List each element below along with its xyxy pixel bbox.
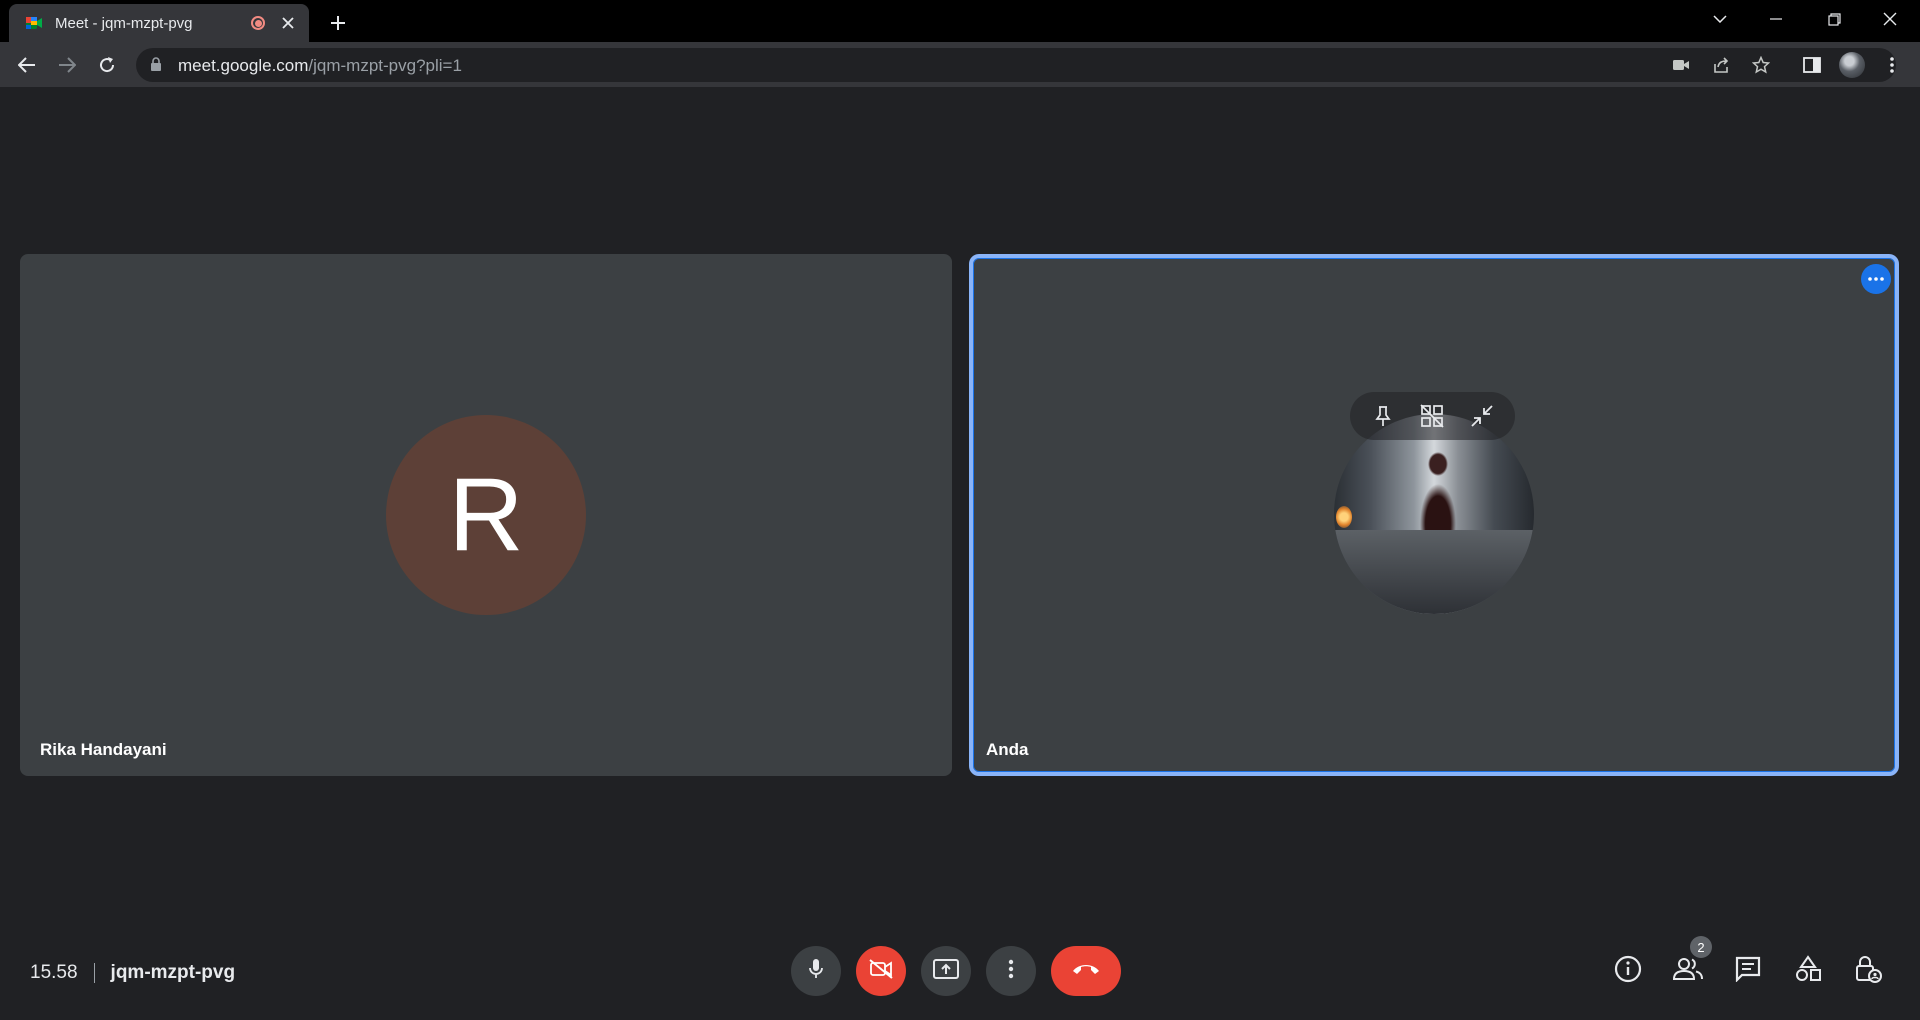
tab-close-icon[interactable]: [279, 14, 297, 32]
tile-more-options-button[interactable]: [1861, 264, 1891, 294]
restore-window-icon[interactable]: [1806, 0, 1862, 38]
end-call-button[interactable]: [1051, 946, 1121, 996]
people-button[interactable]: [1670, 953, 1706, 989]
host-controls-icon: [1854, 955, 1882, 988]
mic-icon: [808, 958, 824, 985]
meeting-code[interactable]: jqm-mzpt-pvg: [111, 962, 236, 984]
chat-button[interactable]: [1730, 953, 1766, 989]
participant-tile-rika[interactable]: R Rika Handayani: [20, 254, 952, 776]
meet-favicon-icon: [25, 14, 43, 32]
camera-off-icon: [868, 958, 894, 985]
browser-tab[interactable]: Meet - jqm-mzpt-pvg: [9, 4, 309, 42]
lock-icon[interactable]: [150, 57, 162, 77]
activities-icon: [1794, 954, 1822, 988]
divider: [93, 963, 95, 983]
reload-icon[interactable]: [91, 49, 123, 81]
tab-title: Meet - jqm-mzpt-pvg: [55, 14, 193, 32]
browser-toolbar: meet.google.com/jqm-mzpt-pvg?pli=1: [0, 42, 1920, 88]
meeting-details-button[interactable]: [1610, 953, 1646, 989]
participant-tile-self[interactable]: Anda: [969, 254, 1899, 776]
participant-name: Rika Handayani: [40, 740, 167, 759]
chat-icon: [1735, 956, 1761, 987]
profile-avatar[interactable]: [1838, 51, 1866, 79]
participant-count-badge: 2: [1690, 936, 1712, 958]
address-bar[interactable]: meet.google.com/jqm-mzpt-pvg?pli=1: [136, 48, 1896, 82]
share-icon[interactable]: [1710, 55, 1732, 75]
new-tab-icon[interactable]: [324, 9, 352, 37]
people-icon: [1672, 957, 1703, 986]
more-options-icon: [1008, 959, 1014, 984]
browser-titlebar: Meet - jqm-mzpt-pvg: [0, 0, 1920, 42]
activities-button[interactable]: [1790, 953, 1826, 989]
pin-icon[interactable]: [1365, 398, 1401, 434]
participant-avatar-photo: [1334, 414, 1534, 614]
forward-icon[interactable]: [51, 49, 83, 81]
participant-avatar-initial: R: [386, 415, 586, 615]
microphone-button[interactable]: [791, 946, 841, 996]
minimize-icon[interactable]: [1464, 398, 1500, 434]
camera-icon[interactable]: [1670, 55, 1692, 75]
recording-indicator-icon: [251, 16, 265, 30]
camera-toggle-button[interactable]: [856, 946, 906, 996]
present-screen-button[interactable]: [921, 946, 971, 996]
end-call-icon: [1071, 962, 1101, 981]
host-controls-button[interactable]: [1850, 953, 1886, 989]
back-icon[interactable]: [11, 49, 43, 81]
more-options-button[interactable]: [986, 946, 1036, 996]
participant-name: Anda: [986, 740, 1029, 759]
tab-search-icon[interactable]: [1692, 0, 1748, 38]
minimize-window-icon[interactable]: [1748, 0, 1804, 38]
present-screen-icon: [932, 958, 960, 985]
meet-stage: R Rika Handayani Anda 15.58 jqm-mzpt-pvg: [0, 88, 1920, 1020]
meeting-info: 15.58 jqm-mzpt-pvg: [30, 958, 235, 988]
url-text[interactable]: meet.google.com/jqm-mzpt-pvg?pli=1: [178, 56, 462, 76]
unpin-grid-icon[interactable]: [1414, 398, 1450, 434]
url-host: meet.google.com: [178, 56, 309, 75]
info-icon: [1614, 955, 1642, 988]
side-panel-icon[interactable]: [1798, 51, 1826, 79]
close-window-icon[interactable]: [1862, 0, 1918, 38]
star-icon[interactable]: [1750, 55, 1772, 75]
meeting-time: 15.58: [30, 962, 78, 983]
url-path: /jqm-mzpt-pvg?pli=1: [308, 56, 462, 75]
tile-hover-controls: [1350, 392, 1515, 440]
browser-menu-kebab-icon[interactable]: [1878, 51, 1906, 79]
